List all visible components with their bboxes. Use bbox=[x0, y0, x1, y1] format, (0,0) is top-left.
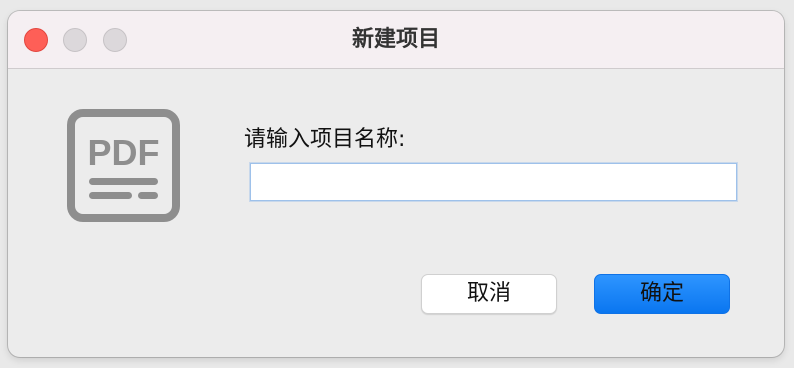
confirm-button[interactable]: 确定 bbox=[594, 274, 730, 314]
window-title: 新建项目 bbox=[351, 27, 440, 52]
title-bar[interactable]: 新建项目 bbox=[8, 11, 784, 69]
project-name-input[interactable] bbox=[250, 163, 737, 201]
project-name-label: 请输入项目名称: bbox=[244, 127, 406, 152]
pdf-document-icon: PDF bbox=[67, 109, 180, 222]
new-project-dialog: 新建项目 PDF 请输入项目名称: 取消 确定 bbox=[8, 11, 784, 357]
pdf-icon-text: PDF bbox=[88, 132, 160, 173]
cancel-button[interactable]: 取消 bbox=[421, 274, 557, 314]
